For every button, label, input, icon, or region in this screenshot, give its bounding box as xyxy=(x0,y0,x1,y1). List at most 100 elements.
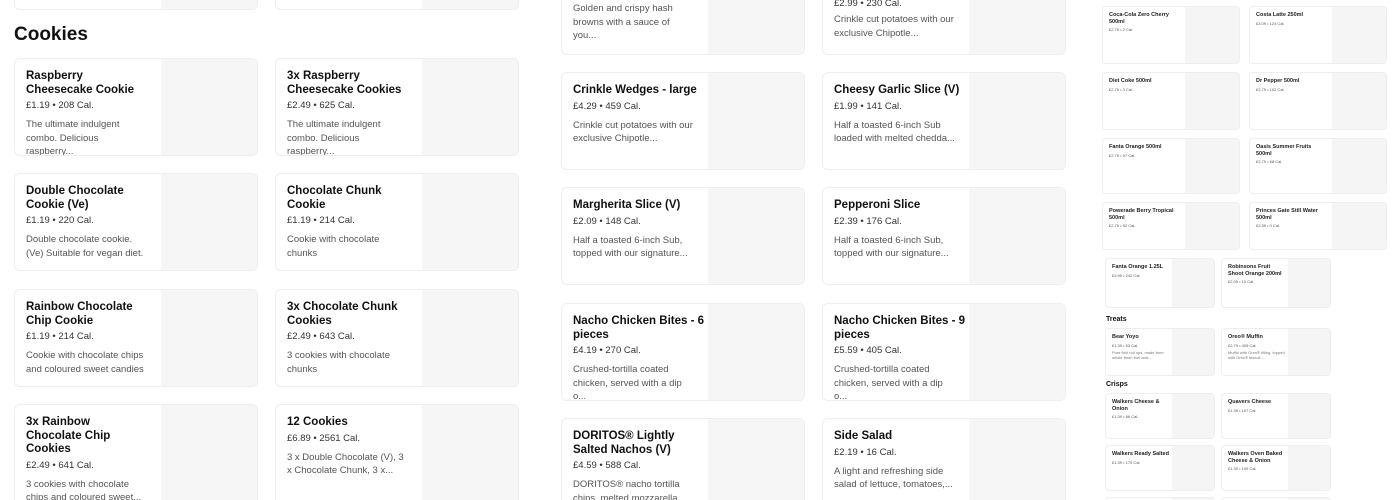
menu-item-card[interactable]: Pepperoni Slice £2.39 • 176 Cal. Half a … xyxy=(822,187,1066,285)
menu-item-card[interactable]: Rainbow Chocolate Chip Cookie £1.19 • 21… xyxy=(14,289,258,387)
item-price: £1.19 xyxy=(26,331,50,342)
menu-item-card[interactable]: Princes Gate Still Water 500ml £2.39 • 0… xyxy=(1249,202,1387,250)
item-image xyxy=(1172,446,1214,490)
item-calories: 2561 Cal. xyxy=(319,432,361,444)
item-image xyxy=(422,290,518,386)
item-calories: 86 Cal. xyxy=(1125,414,1139,419)
item-description: Pure fruit roll ups, made from whole fre… xyxy=(1112,349,1164,360)
menu-item-card[interactable]: 3x Chocolate Chunk Cookies £2.49 • 643 C… xyxy=(275,289,519,387)
item-name: Pepperoni Slice xyxy=(834,199,921,211)
menu-item-card[interactable]: Golden and crispy hash browns with a sau… xyxy=(561,0,805,55)
item-calories: 641 Cal. xyxy=(58,459,94,471)
menu-item-card[interactable]: Side Salad £2.19 • 16 Cal. A light and r… xyxy=(822,418,1066,500)
item-image xyxy=(1332,203,1386,249)
item-description: Crinkle cut potatoes with our exclusive … xyxy=(834,14,954,39)
item-price: £2.79 xyxy=(1256,86,1267,92)
menu-item-card[interactable]: Bear Yoyo £1.39 • 53 Cal. Pure fruit rol… xyxy=(1105,328,1215,376)
menu-item-card[interactable]: Walkers Oven Baked Cheese & Onion £1.39 … xyxy=(1221,445,1331,491)
item-price: £2.39 xyxy=(1256,223,1267,228)
menu-item-card[interactable]: Margherita Slice (V) £2.09 • 148 Cal. Ha… xyxy=(561,187,805,285)
item-image xyxy=(969,0,1065,54)
item-price: £1.19 xyxy=(26,215,50,226)
item-name: Crinkle Wedges - large xyxy=(573,84,697,96)
item-price: £1.19 xyxy=(287,215,311,226)
menu-item-card[interactable]: Quavers Cheese £1.39 • 107 Cal. xyxy=(1221,393,1331,439)
menu-item-card[interactable]: Robinsons Fruit Shoot Orange 200ml £2.09… xyxy=(1221,258,1331,308)
menu-item-card[interactable]: Fanta Orange 500ml £2.79 • 97 Cal. xyxy=(1102,138,1240,194)
item-description: 3 x Double Chocolate (V), 3 x Chocolate … xyxy=(287,451,404,477)
menu-item-card[interactable]: Raspberry Cheesecake Cookie £1.19 • 208 … xyxy=(14,58,258,156)
item-name: Walkers Ready Salted xyxy=(1112,451,1169,457)
menu-item-card[interactable]: DORITOS® Lightly Salted Nachos (V) £4.59… xyxy=(561,418,805,500)
menu-item-card[interactable]: Walkers Cheese & Onion £1.39 • 86 Cal. xyxy=(1105,393,1215,439)
item-calories: 459 Cal. xyxy=(605,100,641,112)
menu-item-card[interactable]: Crinkle Wedges - large £4.29 • 459 Cal. … xyxy=(561,72,805,170)
item-price: £1.39 xyxy=(1112,414,1123,419)
item-image xyxy=(969,419,1065,500)
menu-card-partial[interactable] xyxy=(275,0,519,10)
item-description: Cookie with chocolate chips and coloured… xyxy=(26,350,144,375)
menu-item-card[interactable]: Double Chocolate Cookie (Ve) £1.19 • 220… xyxy=(14,173,258,271)
item-calories: 405 Cal. xyxy=(1241,342,1257,348)
item-calories: 242 Cal. xyxy=(1125,272,1141,278)
item-image xyxy=(161,405,257,500)
item-name: Fanta Orange 500ml xyxy=(1109,144,1162,150)
item-name: 3x Chocolate Chunk Cookies xyxy=(287,301,398,327)
item-calories: 588 Cal. xyxy=(605,460,641,471)
menu-item-card[interactable]: Oasis Summer Fruits 500ml £2.79 • 68 Cal… xyxy=(1249,138,1387,194)
item-description: 3 cookies with chocolate chunks xyxy=(287,350,390,375)
section-heading-crisps: Crisps xyxy=(1106,381,1128,388)
menu-item-card[interactable]: Costa Latte 250ml £3.09 • 124 Cal. xyxy=(1249,6,1387,64)
menu-item-card[interactable]: Powerade Berry Tropical 500ml £2.79 • 92… xyxy=(1102,202,1240,250)
item-image xyxy=(1288,446,1330,490)
menu-item-card[interactable]: Dr Pepper 500ml £2.79 • 102 Cal. xyxy=(1249,72,1387,130)
item-name: Oreo® Muffin xyxy=(1228,334,1263,340)
menu-item-card[interactable]: Diet Coke 500ml £2.79 • 3 Cal. xyxy=(1102,72,1240,130)
item-image xyxy=(1172,394,1214,438)
menu-item-card[interactable]: Chocolate Chunk Cookie £1.19 • 214 Cal. … xyxy=(275,173,519,271)
item-image xyxy=(708,73,804,169)
item-name: Robinsons Fruit Shoot Orange 200ml xyxy=(1228,264,1282,277)
item-image xyxy=(708,419,804,500)
item-price: £1.39 xyxy=(1112,459,1123,465)
item-calories: 643 Cal. xyxy=(319,331,355,342)
item-description: Muffin with Oreo® filling, topped with O… xyxy=(1228,349,1285,360)
item-price: £2.79 xyxy=(1228,342,1239,348)
item-price: £2.79 xyxy=(1109,86,1120,92)
item-price: £1.39 xyxy=(1112,342,1123,348)
item-price: £2.19 xyxy=(834,446,858,458)
menu-item-card[interactable]: Fanta Orange 1.25L £3.99 • 242 Cal. xyxy=(1105,258,1215,308)
item-calories: 176 Cal. xyxy=(866,215,902,227)
item-image xyxy=(708,0,804,54)
item-name: Bear Yoyo xyxy=(1112,334,1139,340)
menu-item-card[interactable]: Nacho Chicken Bites - 9 pieces £5.59 • 4… xyxy=(822,303,1066,401)
menu-item-card[interactable]: 3x Raspberry Cheesecake Cookies £2.49 • … xyxy=(275,58,519,156)
item-price: £4.29 xyxy=(573,100,597,112)
item-image xyxy=(1172,259,1214,307)
item-calories: 148 Cal. xyxy=(605,215,641,227)
item-calories: 170 Cal. xyxy=(1125,459,1141,465)
item-image xyxy=(969,73,1065,169)
item-image xyxy=(1185,139,1239,193)
item-name: Quavers Cheese xyxy=(1228,399,1272,405)
menu-item-card[interactable]: Nacho Chicken Bites - 6 pieces £4.19 • 2… xyxy=(561,303,805,401)
item-calories: 0 Cal. xyxy=(1269,223,1281,228)
item-calories: 10 Cal. xyxy=(1241,279,1255,284)
menu-item-card[interactable]: 3x Rainbow Chocolate Chip Cookies £2.49 … xyxy=(14,404,258,500)
item-description: Crinkle cut potatoes with our exclusive … xyxy=(573,119,693,145)
menu-item-card[interactable]: 12 Cookies £6.89 • 2561 Cal. 3 x Double … xyxy=(275,404,519,500)
item-calories: 3 Cal. xyxy=(1122,86,1134,92)
menu-item-card[interactable]: £2.99 • 230 Cal. Crinkle cut potatoes wi… xyxy=(822,0,1066,55)
item-calories: 214 Cal. xyxy=(58,331,94,342)
menu-item-card[interactable]: Coca-Cola Zero Cherry 500ml £2.79 • 2 Ca… xyxy=(1102,6,1240,64)
item-name: Nacho Chicken Bites - 6 pieces xyxy=(573,315,705,341)
item-description: The ultimate indulgent combo. Delicious … xyxy=(287,119,381,156)
menu-card-partial[interactable] xyxy=(14,0,258,10)
item-name: Walkers Oven Baked Cheese & Onion xyxy=(1228,451,1283,464)
menu-item-card[interactable]: Oreo® Muffin £2.79 • 405 Cal. Muffin wit… xyxy=(1221,328,1331,376)
menu-item-card[interactable]: Cheesy Garlic Slice (V) £1.99 • 141 Cal.… xyxy=(822,72,1066,170)
item-description: Golden and crispy hash browns with a sau… xyxy=(573,3,673,41)
item-name: Diet Coke 500ml xyxy=(1109,78,1152,84)
menu-item-card[interactable]: Walkers Ready Salted £1.39 • 170 Cal. xyxy=(1105,445,1215,491)
item-name: Chocolate Chunk Cookie xyxy=(287,185,382,211)
